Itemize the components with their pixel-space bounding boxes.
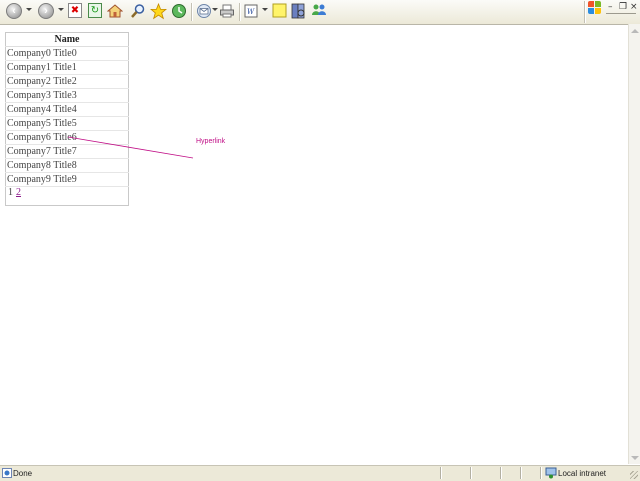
- security-zone-text: Local intranet: [558, 469, 607, 478]
- pager-page-2-link[interactable]: 2: [16, 187, 21, 198]
- forward-dropdown-icon[interactable]: [58, 8, 64, 11]
- resize-grip-icon[interactable]: [630, 471, 638, 479]
- close-icon[interactable]: ×: [630, 2, 638, 12]
- vertical-scrollbar[interactable]: [628, 24, 640, 464]
- refresh-icon[interactable]: ↻: [88, 3, 102, 18]
- back-dropdown-icon[interactable]: [26, 8, 32, 11]
- edit-icon[interactable]: W: [244, 3, 258, 21]
- table-row: Company4 Title4: [5, 102, 129, 117]
- home-icon[interactable]: [106, 3, 124, 21]
- grid-cell: Company1 Title1: [5, 60, 129, 75]
- menu-strip: [606, 13, 636, 14]
- minimize-icon[interactable]: –: [608, 2, 613, 12]
- grid-cell: Company7 Title7: [5, 144, 129, 159]
- svg-text:W: W: [247, 8, 255, 16]
- grid-cell: Company4 Title4: [5, 102, 129, 117]
- messenger-icon[interactable]: [311, 3, 327, 21]
- table-row: Company3 Title3: [5, 88, 129, 103]
- grid-cell: Company0 Title0: [5, 46, 129, 61]
- table-row: Company1 Title1: [5, 60, 129, 75]
- pager-row: [6, 187, 129, 206]
- browser-toolbar: ‹ › ✖ ↻ W – ❐ ×: [0, 0, 640, 25]
- table-row: Company5 Title5: [5, 116, 129, 131]
- table-row: Company7 Title7: [5, 144, 129, 159]
- table-row: Company2 Title2: [5, 74, 129, 89]
- status-bar: Done Local intranet: [0, 465, 640, 481]
- grid-cell: Company5 Title5: [5, 116, 129, 131]
- grid-cell: Company2 Title2: [5, 74, 129, 89]
- back-icon[interactable]: ‹: [6, 3, 22, 19]
- notes-icon[interactable]: [272, 3, 287, 21]
- company-grid: Name Company0 Title0 Company1 Title1 Com…: [5, 32, 129, 206]
- grid-cell: Company9 Title9: [5, 172, 129, 187]
- edit-dropdown-icon[interactable]: [262, 8, 268, 11]
- intranet-zone-icon: [545, 467, 557, 479]
- grid-cell: Company3 Title3: [5, 88, 129, 103]
- pager: 12: [8, 187, 21, 198]
- table-row: Company6 Title6: [5, 130, 129, 145]
- windows-logo-icon: [588, 1, 602, 15]
- table-row: Company8 Title8: [5, 158, 129, 173]
- mail-dropdown-icon[interactable]: [212, 8, 218, 11]
- scroll-up-icon[interactable]: [631, 29, 639, 33]
- grid-cell: Company6 Title6: [5, 130, 129, 145]
- table-row: Company9 Title9: [5, 172, 129, 187]
- table-row: Company0 Title0: [5, 46, 129, 61]
- favorites-icon[interactable]: [149, 2, 168, 21]
- print-icon[interactable]: [219, 3, 235, 21]
- scroll-down-icon[interactable]: [631, 456, 639, 460]
- search-icon[interactable]: [130, 3, 146, 21]
- pager-page-1: 1: [8, 187, 13, 198]
- stop-icon[interactable]: ✖: [68, 3, 82, 18]
- restore-icon[interactable]: ❐: [619, 2, 627, 12]
- status-text: Done: [13, 469, 33, 478]
- grid-cell: Company8 Title8: [5, 158, 129, 173]
- history-icon[interactable]: [171, 3, 187, 21]
- hyperlink-annotation-label: Hyperlink: [196, 138, 226, 145]
- forward-icon[interactable]: ›: [38, 3, 54, 19]
- column-header-name[interactable]: Name: [5, 32, 129, 47]
- research-icon[interactable]: [291, 3, 306, 21]
- page-done-icon: [2, 468, 12, 478]
- mail-icon[interactable]: [196, 3, 212, 21]
